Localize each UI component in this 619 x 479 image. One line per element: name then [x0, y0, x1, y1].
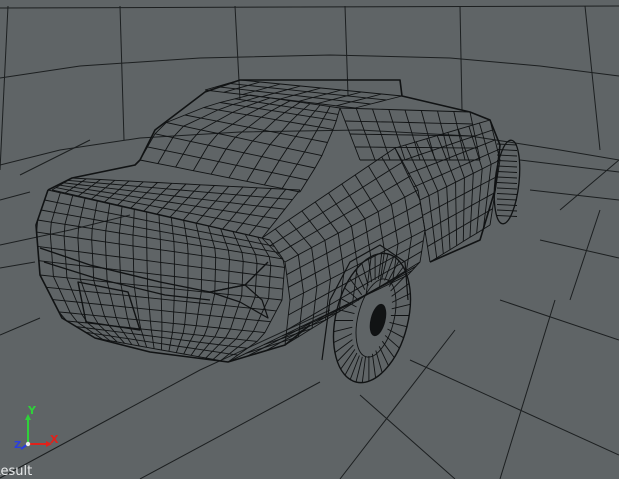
grid-line: [584, 5, 601, 151]
trunk-deck-surface: [51, 177, 301, 239]
rear-tire-spoke: [378, 346, 389, 366]
wireframe-scene: [0, 5, 619, 479]
rear-tire-spoke: [344, 352, 358, 376]
grid-line: [539, 239, 619, 259]
cabin-hoop-surface-row: [139, 159, 301, 193]
rear-tire-spoke: [336, 344, 354, 362]
grid-line: [0, 129, 619, 166]
3d-viewport[interactable]: Y X Z Result: [0, 0, 619, 479]
grid-line: [529, 189, 619, 201]
front-side-surface-row: [427, 208, 493, 247]
axis-y-label: Y: [28, 404, 36, 417]
rear-tire-spoke: [391, 303, 411, 310]
bumper-line: [43, 261, 211, 301]
front-tire-tread: [496, 198, 518, 201]
front-tire-tread: [496, 165, 518, 168]
rear-tire-spoke: [384, 335, 400, 349]
front-tire-tread: [496, 171, 518, 173]
front-tire-tread: [496, 215, 518, 217]
tail-light-lens: [209, 284, 269, 319]
grid-line: [0, 5, 619, 9]
rear-tire-spoke: [334, 339, 353, 353]
grid-line: [0, 54, 619, 79]
grid-line: [139, 381, 321, 479]
front-side-surface-col: [457, 129, 474, 238]
front-tire-tread: [496, 193, 518, 195]
front-side-surface-col: [405, 144, 438, 258]
rear-tire-spoke: [333, 326, 353, 333]
rear-tire-spoke: [381, 340, 395, 358]
rear-tire-spoke: [344, 287, 360, 301]
cabin-hoop-surface-col: [281, 106, 331, 189]
grid-line: [499, 299, 556, 479]
rear-tire-spoke: [355, 356, 363, 383]
front-tire: [493, 139, 521, 225]
axis-gizmo: Y X Z: [8, 404, 68, 456]
grid-line: [0, 261, 36, 269]
grid-line: [559, 159, 619, 211]
rear-tire-spoke: [371, 353, 377, 378]
cabin-hoop-surface-row: [166, 122, 322, 157]
front-tire-tread: [496, 176, 518, 179]
interior-surface: [339, 107, 481, 161]
grid-line: [569, 209, 601, 301]
render-status-label: Result: [0, 464, 33, 479]
grid-line: [0, 191, 31, 201]
rear-tire-spoke: [340, 349, 356, 370]
car-wireframe-model[interactable]: [35, 79, 523, 391]
cabin-hoop-surface-row: [184, 114, 328, 143]
grid-line: [499, 299, 619, 341]
grid-line: [409, 359, 619, 456]
front-side-surface-col: [415, 141, 444, 254]
cabin-hoop-surface: [139, 94, 341, 193]
rear-tire-spoke: [375, 350, 383, 373]
rear-tire-spoke: [349, 355, 360, 380]
body-silhouette-upper: [47, 79, 501, 263]
grid-line: [519, 159, 619, 173]
cabin-hoop-surface-row: [154, 133, 316, 169]
cabin-hoop-surface-row: [147, 146, 308, 181]
grid-line: [0, 317, 41, 336]
grid-line: [459, 5, 463, 111]
front-tire-tread: [496, 187, 518, 190]
grid-line: [359, 394, 456, 479]
side-panel-surface-col: [394, 147, 426, 276]
grid-line: [344, 5, 349, 96]
grid-line: [234, 5, 241, 101]
grid-line: [0, 5, 9, 171]
front-tire-tread: [496, 209, 518, 212]
rear-tire-spoke: [361, 356, 366, 383]
front-wheel: [493, 139, 521, 225]
floor-grid: [0, 5, 619, 479]
front-tire-tread: [496, 204, 518, 206]
rear-wheel: [332, 252, 412, 384]
axis-x-label: X: [50, 433, 59, 446]
cabin-hoop-surface-row: [234, 98, 339, 115]
grid-line: [119, 5, 125, 141]
front-side-surface-row: [429, 224, 491, 263]
axis-z-label: Z: [14, 440, 22, 451]
front-side-surface-col: [394, 147, 431, 263]
front-tire-tread: [496, 182, 518, 184]
rear-hub: [369, 303, 387, 337]
rear-end-surface: [36, 189, 286, 363]
tail-light-line: [39, 247, 269, 293]
rear-tire-spoke: [333, 333, 353, 343]
